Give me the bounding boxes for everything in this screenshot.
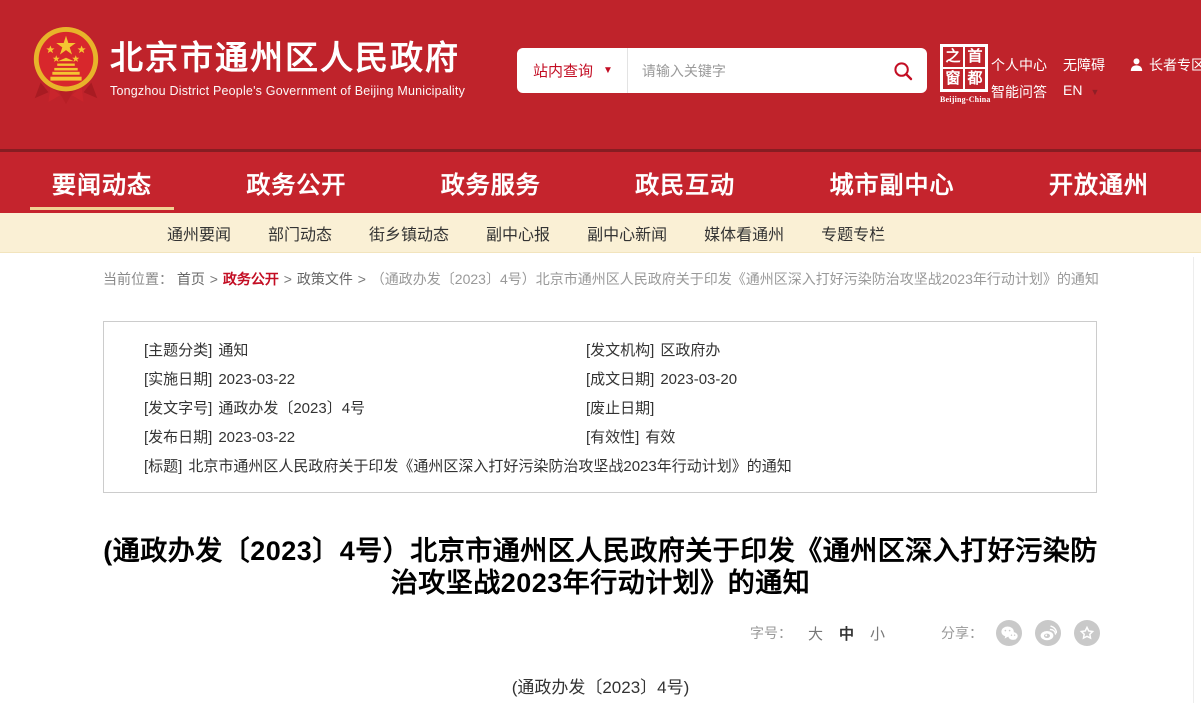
nav-item-gov-services[interactable]: 政务服务 xyxy=(441,151,541,214)
meta-title: [标题]北京市通州区人民政府关于印发《通州区深入打好污染防治攻坚战2023年行动… xyxy=(144,456,1056,478)
doc-number-line: (通政办发〔2023〕4号) xyxy=(0,673,1201,698)
font-size-small-button[interactable]: 小 xyxy=(870,623,885,644)
site-search-box: 站内查询 ▼ xyxy=(517,48,927,93)
article-controls: 字号： 大 中 小 分享： xyxy=(0,619,1201,647)
subnav-item-media[interactable]: 媒体看通州 xyxy=(704,221,784,245)
meta-validity: [有效性]有效 xyxy=(586,427,1056,449)
stamp-char: 之 xyxy=(942,46,964,68)
nav-item-news[interactable]: 要闻动态 xyxy=(52,151,152,214)
breadcrumb-current-page: （通政办发〔2023〕4号）北京市通州区人民政府关于印发《通州区深入打好污染防治… xyxy=(371,271,1099,287)
breadcrumb-separator: > xyxy=(284,271,292,287)
national-emblem-icon xyxy=(27,24,105,106)
share-label: 分享： xyxy=(941,623,983,643)
subnav-item-township-news[interactable]: 街乡镇动态 xyxy=(369,221,449,245)
subnav-item-tongzhou-news[interactable]: 通州要闻 xyxy=(167,221,231,245)
meta-publish-date: [发布日期]2023-03-22 xyxy=(144,427,586,449)
doc-meta-grid: [主题分类]通知 [发文机构]区政府办 [实施日期]2023-03-22 [成文… xyxy=(144,340,1056,478)
meta-written-date: [成文日期]2023-03-20 xyxy=(586,369,1056,391)
nav-item-open-tongzhou[interactable]: 开放通州 xyxy=(1049,151,1149,214)
subnav-item-dept-news[interactable]: 部门动态 xyxy=(268,221,332,245)
search-scope-dropdown[interactable]: 站内查询 ▼ xyxy=(517,60,627,81)
breadcrumb: 当前位置： 首页 > 政务公开 > 政策文件 > （通政办发〔2023〕4号）北… xyxy=(0,253,1201,289)
stamp-caption: Beijing-China xyxy=(940,95,988,104)
page: 北京市通州区人民政府 Tongzhou District People's Go… xyxy=(0,0,1201,703)
site-subtitle: Tongzhou District People's Government of… xyxy=(110,84,465,98)
page-title: (通政办发〔2023〕4号）北京市通州区人民政府关于印发《通州区深入打好污染防治… xyxy=(98,535,1103,599)
chevron-down-icon: ▼ xyxy=(1090,87,1099,97)
meta-repeal-date: [废止日期] xyxy=(586,398,1056,420)
search-icon xyxy=(893,61,913,81)
breadcrumb-home-link[interactable]: 首页 xyxy=(177,271,205,287)
share-weibo-button[interactable] xyxy=(1035,620,1061,646)
senior-zone-link[interactable]: 长者专区 xyxy=(1130,55,1201,75)
nav-item-interaction[interactable]: 政民互动 xyxy=(635,151,735,214)
personal-center-link[interactable]: 个人中心 xyxy=(991,55,1047,75)
wechat-icon xyxy=(1001,626,1018,641)
nav-item-gov-affairs[interactable]: 政务公开 xyxy=(246,151,346,214)
meta-subject-category: [主题分类]通知 xyxy=(144,340,586,362)
share-qzone-button[interactable] xyxy=(1074,620,1100,646)
main-nav: 要闻动态 政务公开 政务服务 政民互动 城市副中心 开放通州 xyxy=(0,149,1201,213)
smart-qa-link[interactable]: 智能问答 xyxy=(991,82,1047,102)
nav-item-subcenter[interactable]: 城市副中心 xyxy=(830,151,955,214)
chevron-down-icon: ▼ xyxy=(603,66,613,76)
meta-issuing-agency: [发文机构]区政府办 xyxy=(586,340,1056,362)
stamp-grid: 之 首 窗 都 xyxy=(940,44,988,92)
meta-implementation-date: [实施日期]2023-03-22 xyxy=(144,369,586,391)
site-header: 北京市通州区人民政府 Tongzhou District People's Go… xyxy=(0,0,1201,149)
stamp-char: 窗 xyxy=(942,68,964,90)
senior-zone-label: 长者专区 xyxy=(1149,55,1201,75)
subnav-item-subcenter-news[interactable]: 副中心新闻 xyxy=(587,221,667,245)
font-size-large-button[interactable]: 大 xyxy=(808,623,823,644)
subnav-item-special-topics[interactable]: 专题专栏 xyxy=(821,221,885,245)
search-scope-label: 站内查询 xyxy=(533,60,593,81)
breadcrumb-gov-affairs-link[interactable]: 政务公开 xyxy=(223,271,279,287)
subnav-item-subcenter-paper[interactable]: 副中心报 xyxy=(486,221,550,245)
star-icon xyxy=(1079,625,1095,641)
meta-doc-number: [发文字号]通政办发〔2023〕4号 xyxy=(144,398,586,420)
doc-meta-box: [主题分类]通知 [发文机构]区政府办 [实施日期]2023-03-22 [成文… xyxy=(103,321,1097,493)
breadcrumb-label: 当前位置： xyxy=(103,271,173,287)
breadcrumb-separator: > xyxy=(210,271,218,287)
site-title: 北京市通州区人民政府 xyxy=(110,38,465,78)
language-switch[interactable]: EN ▼ xyxy=(1063,82,1099,98)
language-label: EN xyxy=(1063,82,1082,98)
weibo-icon xyxy=(1040,625,1057,641)
person-icon xyxy=(1130,58,1143,72)
sub-nav: 通州要闻 部门动态 街乡镇动态 副中心报 副中心新闻 媒体看通州 专题专栏 xyxy=(0,213,1201,253)
breadcrumb-policy-docs-link[interactable]: 政策文件 xyxy=(297,271,353,287)
share-wechat-button[interactable] xyxy=(996,620,1022,646)
font-size-label: 字号： xyxy=(750,623,792,643)
stamp-char: 都 xyxy=(964,68,986,90)
scrollbar-track[interactable] xyxy=(1193,257,1194,703)
stamp-char: 首 xyxy=(964,46,986,68)
search-input[interactable] xyxy=(628,63,889,79)
article-page: 当前位置： 首页 > 政务公开 > 政策文件 > （通政办发〔2023〕4号）北… xyxy=(0,253,1201,698)
search-button[interactable] xyxy=(889,61,927,81)
breadcrumb-separator: > xyxy=(358,271,366,287)
beijing-china-stamp-logo[interactable]: 之 首 窗 都 Beijing-China xyxy=(940,44,988,104)
site-branding: 北京市通州区人民政府 Tongzhou District People's Go… xyxy=(110,38,465,98)
font-size-medium-button[interactable]: 中 xyxy=(839,623,854,644)
accessibility-link[interactable]: 无障碍 xyxy=(1063,55,1105,75)
national-emblem-logo xyxy=(27,24,105,106)
